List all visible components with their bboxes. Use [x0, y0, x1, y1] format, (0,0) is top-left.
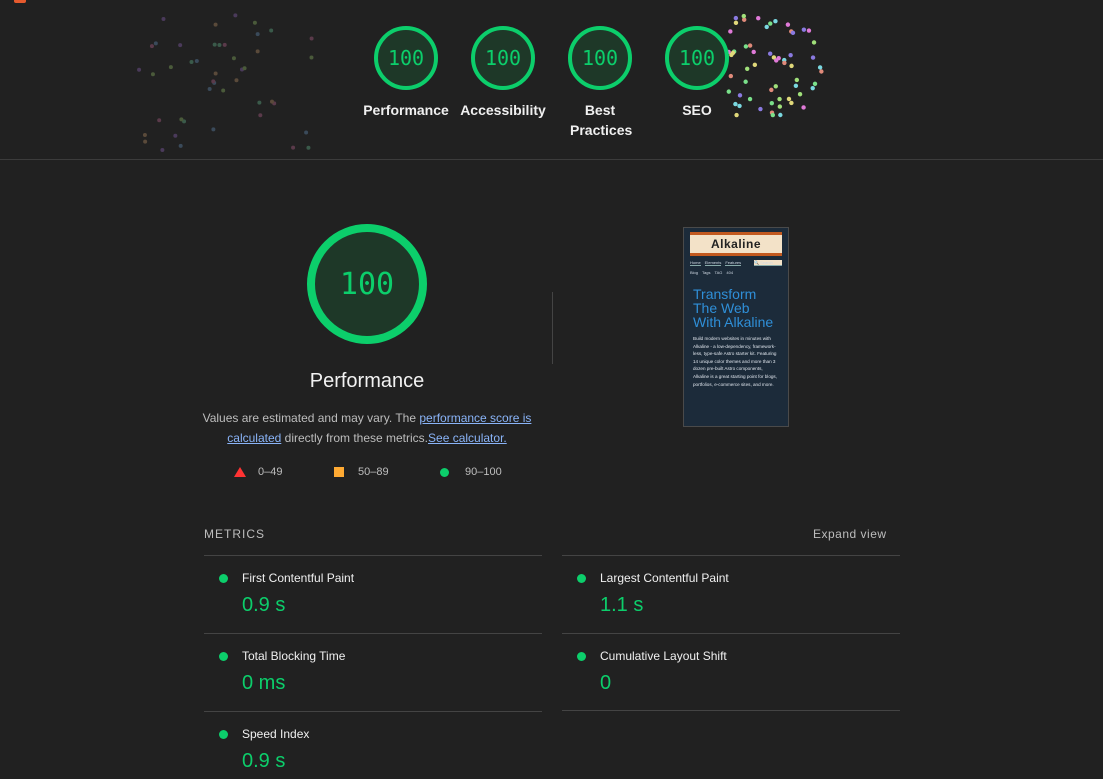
gauge-performance-label: Performance [363, 102, 449, 118]
performance-title: Performance [309, 370, 425, 392]
pass-circle-icon [577, 574, 586, 583]
metric-si: Speed Index 0.9 s [204, 711, 542, 779]
metric-name: Largest Contentful Paint [600, 571, 729, 585]
thumb-tags: Blog Tags TAG 404 [690, 270, 782, 275]
metric-cls: Cumulative Layout Shift 0 [562, 633, 900, 711]
pass-circle-icon [577, 652, 586, 661]
gauge-seo-score: 100 [665, 26, 729, 90]
metrics-divider [562, 710, 900, 711]
legend-fail-range: 0–49 [258, 466, 283, 478]
metric-value: 0.9 s [242, 594, 286, 616]
tab-favicon-icon [14, 0, 26, 3]
thumb-body: Build modern websites in minutes with Al… [693, 336, 778, 387]
gauge-accessibility-score: 100 [471, 26, 535, 90]
vertical-divider [552, 292, 553, 364]
final-screenshot-thumbnail[interactable]: Alkaline Home Elements Features 🔍 Search… [683, 227, 789, 427]
legend-pass: 90–100 [440, 466, 502, 478]
legend-fail: 0–49 [234, 466, 282, 478]
metric-lcp: Largest Contentful Paint 1.1 s [562, 555, 900, 633]
pass-circle-icon [219, 652, 228, 661]
metric-value: 1.1 s [600, 594, 644, 616]
desc-middle: directly from these metrics. [281, 431, 429, 445]
gauge-accessibility[interactable]: 100 Accessibility [453, 26, 553, 120]
thumb-tag: TAG [714, 270, 723, 275]
metric-value: 0.9 s [242, 750, 286, 772]
thumb-tag: Tags [702, 270, 711, 275]
average-square-icon [334, 467, 344, 477]
metric-name: Cumulative Layout Shift [600, 649, 727, 663]
thumb-tag: 404 [726, 270, 734, 275]
pass-circle-icon [440, 467, 449, 477]
metric-tbt: Total Blocking Time 0 ms [204, 633, 542, 711]
score-header: 100 Performance 100 Accessibility 100 Be… [0, 4, 1103, 160]
thumb-tag: Blog [690, 270, 699, 275]
thumb-search: 🔍 Search [754, 260, 782, 266]
thumb-heading: Transform The Web With Alkaline [693, 286, 774, 330]
see-calculator-link[interactable]: See calculator. [428, 431, 507, 445]
legend-pass-range: 90–100 [465, 466, 502, 478]
expand-view-toggle[interactable]: Expand view [813, 527, 887, 541]
performance-gauge: 100 [307, 224, 427, 344]
thumb-nav: Home Elements Features 🔍 Search [690, 260, 782, 266]
gauge-best-practices-label: Best Practices [570, 102, 633, 138]
legend-average: 50–89 [334, 466, 389, 478]
metric-name: Total Blocking Time [242, 649, 346, 663]
pass-circle-icon [219, 730, 228, 739]
metric-name: First Contentful Paint [242, 571, 355, 585]
gauge-accessibility-label: Accessibility [460, 102, 546, 118]
thumb-nav-item: Features [725, 260, 742, 266]
desc-prefix: Values are estimated and may vary. The [202, 411, 420, 425]
metric-fcp: First Contentful Paint 0.9 s [204, 555, 542, 633]
metric-value: 0 ms [242, 672, 286, 694]
metric-name: Speed Index [242, 727, 310, 741]
gauge-seo[interactable]: 100 SEO [647, 26, 747, 120]
gauge-best-practices[interactable]: 100 Best Practices [550, 26, 650, 140]
pass-circle-icon [219, 574, 228, 583]
gauge-seo-label: SEO [682, 102, 712, 118]
thumb-site-name: Alkaline [690, 232, 782, 256]
fail-triangle-icon [234, 467, 246, 477]
gauge-best-practices-score: 100 [568, 26, 632, 90]
legend-average-range: 50–89 [358, 466, 389, 478]
gauge-performance-score: 100 [374, 26, 438, 90]
gauge-performance[interactable]: 100 Performance [356, 26, 456, 120]
metric-value: 0 [600, 672, 612, 694]
metrics-heading: METRICS [204, 527, 265, 541]
performance-description: Values are estimated and may vary. The p… [196, 408, 538, 448]
thumb-nav-item: Home [690, 260, 701, 266]
thumb-nav-item: Elements [704, 260, 722, 266]
